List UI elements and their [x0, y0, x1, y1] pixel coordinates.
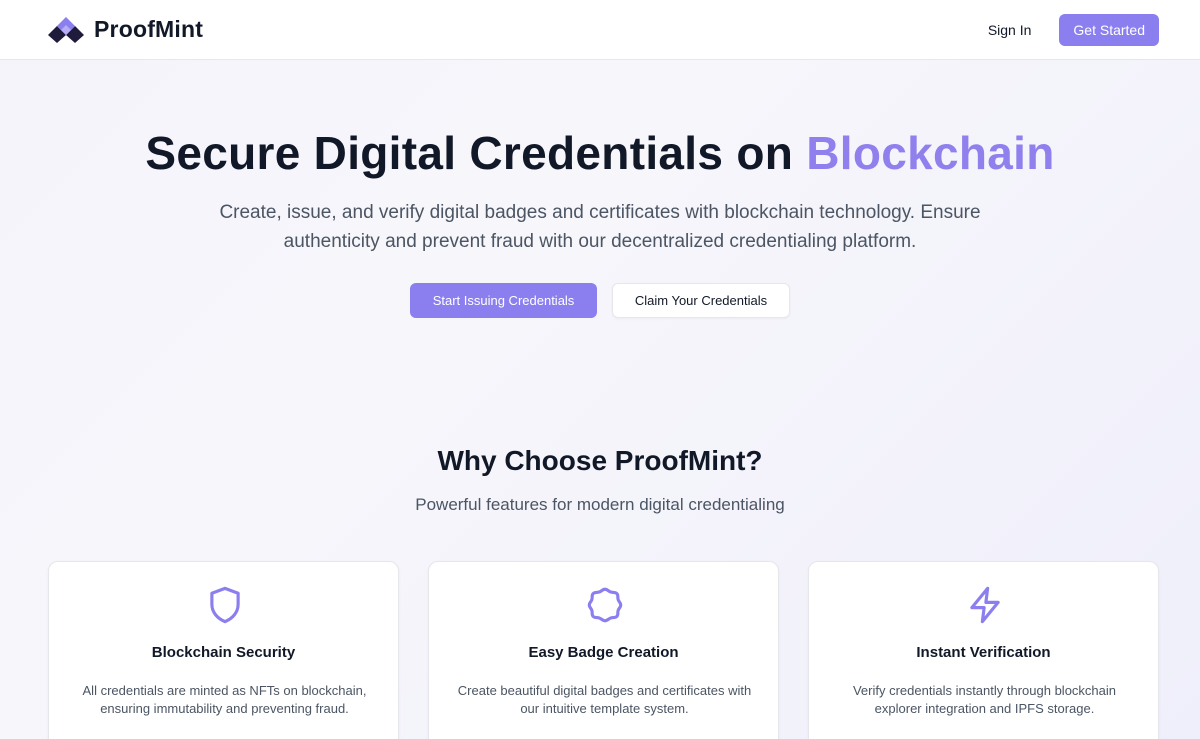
- proofmint-logo-icon: [48, 16, 84, 43]
- lightning-icon: [964, 584, 1006, 626]
- brand-name: ProofMint: [94, 16, 204, 42]
- shield-icon: [204, 584, 246, 626]
- feature-card-title: Instant Verification: [916, 644, 1051, 661]
- feature-card-title: Easy Badge Creation: [528, 644, 679, 661]
- hero-title: Secure Digital Credentials on Blockchain: [0, 126, 1200, 180]
- features-title: Why Choose ProofMint?: [437, 445, 763, 476]
- brand[interactable]: ProofMint: [48, 16, 203, 43]
- hero-title-accent: Blockchain: [806, 127, 1055, 179]
- nav-actions: Sign In Get Started: [988, 13, 1159, 46]
- start-issuing-button[interactable]: Start Issuing Credentials: [410, 283, 597, 318]
- badge-icon: [584, 584, 626, 626]
- hero-subtitle: Create, issue, and verify digital badges…: [219, 202, 981, 252]
- feature-card-description: Create beautiful digital badges and cert…: [457, 683, 752, 716]
- feature-card-title: Blockchain Security: [151, 644, 296, 661]
- hero-buttons: Start Issuing Credentials Claim Your Cre…: [0, 283, 1200, 318]
- sign-in-button[interactable]: Sign In: [988, 14, 1032, 46]
- claim-credentials-button[interactable]: Claim Your Credentials: [612, 283, 790, 318]
- feature-card-description: Verify credentials instantly through blo…: [852, 683, 1117, 716]
- feature-card-easy-badge-creation: Easy Badge Creation Create beautiful dig…: [428, 561, 779, 739]
- feature-card-description: All credentials are minted as NFTs on bl…: [82, 683, 367, 716]
- get-started-button[interactable]: Get Started: [1059, 13, 1159, 46]
- hero-title-main: Secure Digital Credentials on: [145, 127, 794, 179]
- features-subtitle: Powerful features for modern digital cre…: [415, 495, 785, 514]
- feature-card-blockchain-security: Blockchain Security All credentials are …: [48, 561, 399, 739]
- feature-card-instant-verification: Instant Verification Verify credentials …: [808, 561, 1159, 739]
- top-navbar: ProofMint Sign In Get Started: [0, 0, 1200, 60]
